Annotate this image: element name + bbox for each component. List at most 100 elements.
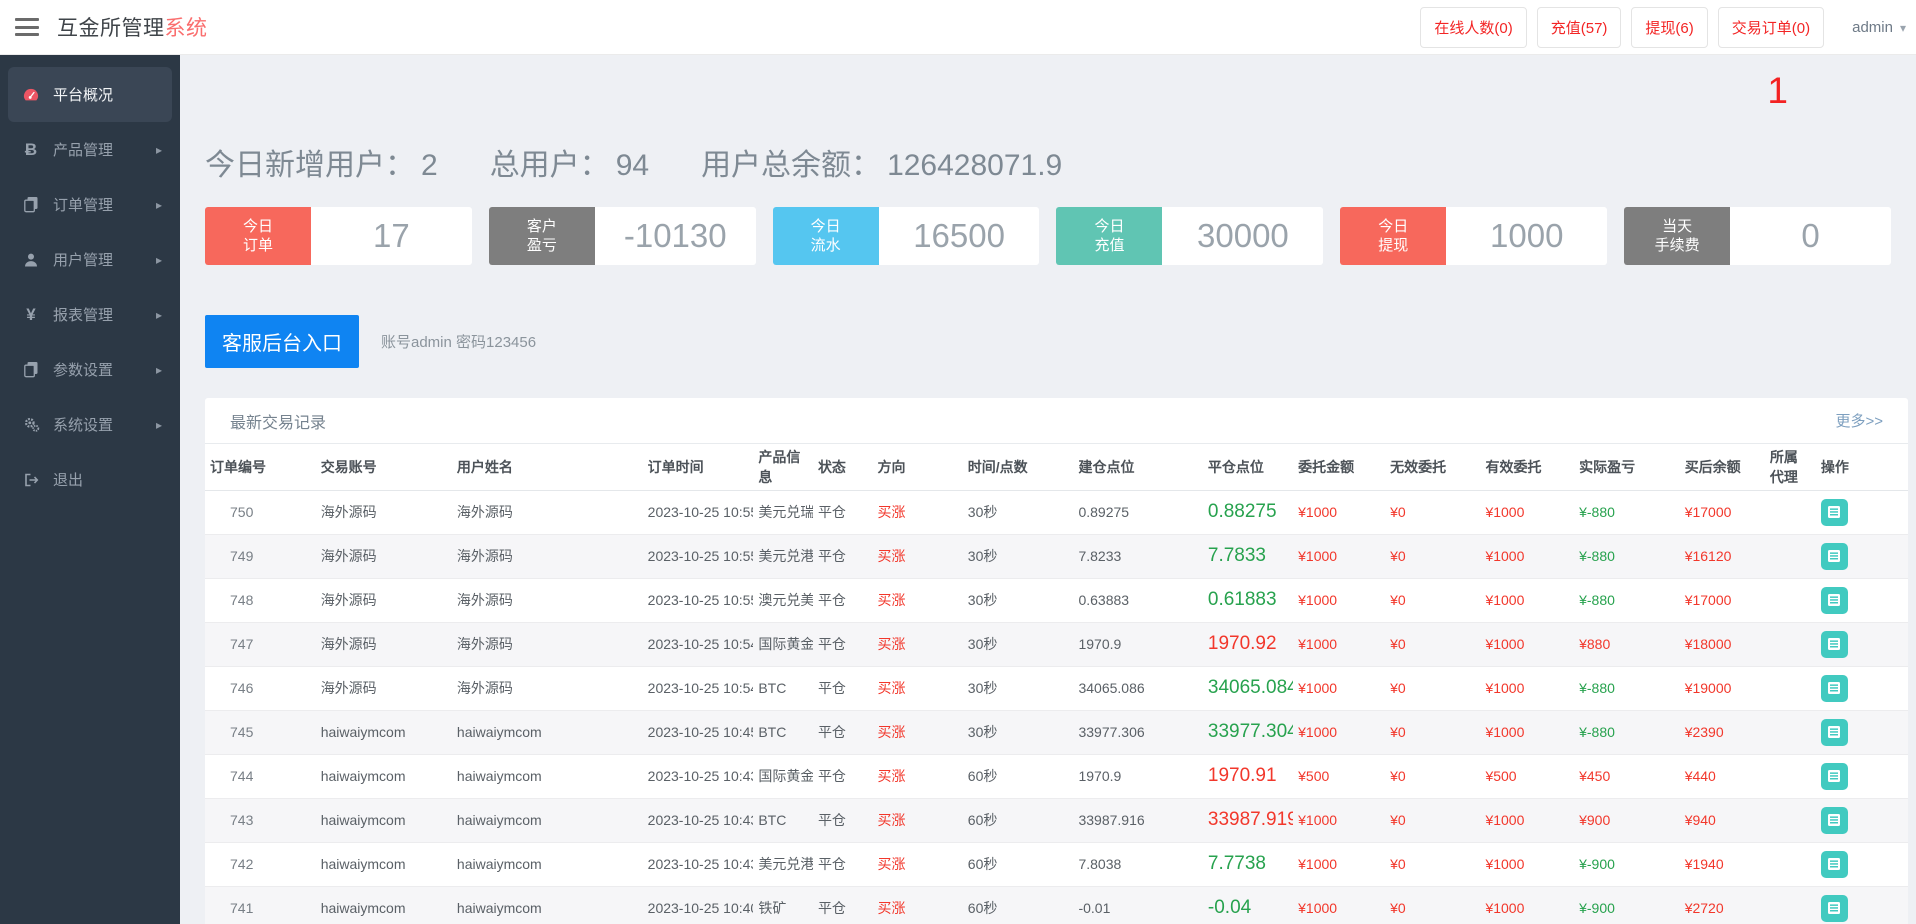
more-link[interactable]: 更多>> (1835, 410, 1883, 431)
stat-box-label: 今日 订单 (205, 207, 311, 265)
cell-close-price: 34065.084 (1202, 666, 1294, 711)
cell-direction: 买涨 (872, 666, 963, 711)
cell-valid-amount: ¥1000 (1480, 842, 1575, 887)
sidebar-item-report-mgmt[interactable]: ¥ 报表管理 (8, 287, 172, 342)
column-header: 订单时间 (642, 444, 754, 491)
view-order-button[interactable] (1820, 718, 1848, 746)
sidebar-item-user-mgmt[interactable]: 用户管理 (8, 232, 172, 287)
cell-amount: ¥1000 (1293, 842, 1386, 887)
cell-valid-amount: ¥1000 (1480, 578, 1575, 623)
cell-agent (1764, 754, 1816, 799)
column-header: 用户姓名 (451, 444, 643, 491)
sidebar-item-product-mgmt[interactable]: Ƀ 产品管理 (8, 122, 172, 177)
stat-box-value: -10130 (623, 217, 727, 254)
cell-invalid-amount: ¥0 (1385, 666, 1481, 711)
chevron-right-icon (156, 361, 162, 378)
admin-menu[interactable]: admin (1842, 11, 1916, 44)
cell-open-price: 33987.916 (1073, 798, 1203, 843)
customer-service-button[interactable]: 客服后台入口 (205, 315, 359, 368)
cell-agent (1764, 886, 1816, 924)
stat-box-label: 当天 手续费 (1624, 207, 1731, 265)
menu-toggle-icon[interactable] (15, 18, 39, 36)
cell-status: 平仓 (812, 490, 873, 535)
table-row: 744 haiwaiymcom haiwaiymcom 2023-10-25 1… (205, 754, 1908, 799)
header-button-withdraw[interactable]: 提现(6) (1631, 6, 1708, 48)
cell-open-price: 0.89275 (1073, 490, 1203, 535)
view-order-button[interactable] (1820, 630, 1848, 658)
cell-username: haiwaiymcom (451, 842, 643, 887)
order-detail-icon (1828, 726, 1841, 738)
column-header: 时间/点数 (962, 444, 1074, 491)
stat-box-label: 今日 充值 (1056, 207, 1163, 265)
cell-duration: 60秒 (962, 798, 1074, 843)
sidebar-item-label: 平台概况 (53, 87, 114, 104)
order-detail-icon (1828, 550, 1841, 562)
cell-account: haiwaiymcom (315, 798, 452, 843)
cell-direction: 买涨 (872, 622, 963, 667)
sidebar-item-param-settings[interactable]: 参数设置 (8, 342, 172, 397)
sidebar-item-logout[interactable]: 退出 (8, 452, 172, 507)
cell-product: 国际黄金 (753, 622, 813, 667)
cell-order-time: 2023-10-25 10:54:56 (642, 622, 754, 667)
cell-status: 平仓 (812, 842, 873, 887)
cell-duration: 60秒 (962, 754, 1074, 799)
summary-stats: 今日新增用户： 2 总用户： 94 用户总余额： 126428071.9 (205, 140, 1916, 184)
sidebar-item-label: 产品管理 (53, 142, 114, 159)
sidebar-item-label: 报表管理 (53, 307, 114, 324)
cell-duration: 30秒 (962, 578, 1074, 623)
cell-order-time: 2023-10-25 10:40:47 (642, 886, 754, 924)
cell-account: 海外源码 (315, 578, 452, 623)
header-button-online-users[interactable]: 在线人数(0) (1420, 6, 1527, 48)
view-order-button[interactable] (1820, 498, 1848, 526)
column-header: 实际盈亏 (1574, 444, 1680, 491)
cell-close-price: 7.7833 (1202, 534, 1294, 579)
cell-amount: ¥1000 (1293, 710, 1386, 755)
cell-status: 平仓 (812, 578, 873, 623)
cell-product: 澳元兑美元 (753, 578, 813, 623)
cell-profit: ¥-880 (1574, 666, 1680, 711)
cell-product: 铁矿 (753, 886, 813, 924)
cell-direction: 买涨 (872, 754, 963, 799)
cell-valid-amount: ¥1000 (1480, 710, 1575, 755)
cell-close-price: -0.04 (1202, 886, 1294, 924)
stat-box-today-withdraw: 今日 提现 1000 (1340, 207, 1608, 265)
cell-duration: 60秒 (962, 842, 1074, 887)
top-header: 互金所管理系统 在线人数(0) 充值(57) 提现(6) 交易订单(0) adm… (0, 0, 1916, 55)
cell-direction: 买涨 (872, 798, 963, 843)
cell-profit: ¥-900 (1574, 842, 1680, 887)
sidebar: 平台概况 Ƀ 产品管理 订单管理 用户管理 ¥ 报表管理 参数设置 (0, 55, 180, 924)
cell-product: 美元兑港元 (753, 842, 813, 887)
sidebar-item-order-mgmt[interactable]: 订单管理 (8, 177, 172, 232)
view-order-button[interactable] (1820, 850, 1848, 878)
sidebar-item-system-settings[interactable]: 系统设置 (8, 397, 172, 452)
cell-order-id: 750 (205, 490, 316, 535)
cell-username: 海外源码 (451, 490, 643, 535)
cell-duration: 30秒 (962, 666, 1074, 711)
cell-status: 平仓 (812, 622, 873, 667)
cell-agent (1764, 578, 1816, 623)
sidebar-item-platform-overview[interactable]: 平台概况 (8, 67, 172, 122)
view-order-button[interactable] (1820, 674, 1848, 702)
cell-product: 美元兑瑞郎 (753, 490, 813, 535)
view-order-button[interactable] (1820, 894, 1848, 922)
cell-product: 国际黄金 (753, 754, 813, 799)
view-order-button[interactable] (1820, 806, 1848, 834)
table-row: 749 海外源码 海外源码 2023-10-25 10:55:20 美元兑港元 … (205, 534, 1908, 579)
sidebar-item-label: 系统设置 (53, 417, 114, 434)
view-order-button[interactable] (1820, 542, 1848, 570)
cell-invalid-amount: ¥0 (1385, 842, 1481, 887)
header-button-trade-orders[interactable]: 交易订单(0) (1717, 6, 1825, 48)
chevron-right-icon (156, 416, 162, 433)
cell-balance: ¥940 (1679, 798, 1765, 843)
cell-order-time: 2023-10-25 10:43:27 (642, 842, 754, 887)
view-order-button[interactable] (1820, 586, 1848, 614)
cell-direction: 买涨 (872, 710, 963, 755)
cell-profit: ¥900 (1574, 798, 1680, 843)
header-button-recharge[interactable]: 充值(57) (1536, 6, 1622, 48)
cell-amount: ¥1000 (1293, 798, 1386, 843)
cell-account: 海外源码 (315, 490, 452, 535)
order-detail-icon (1828, 638, 1841, 650)
view-order-button[interactable] (1820, 762, 1848, 790)
column-header: 平仓点位 (1202, 444, 1294, 491)
summary-stat-value: 94 (615, 149, 650, 182)
